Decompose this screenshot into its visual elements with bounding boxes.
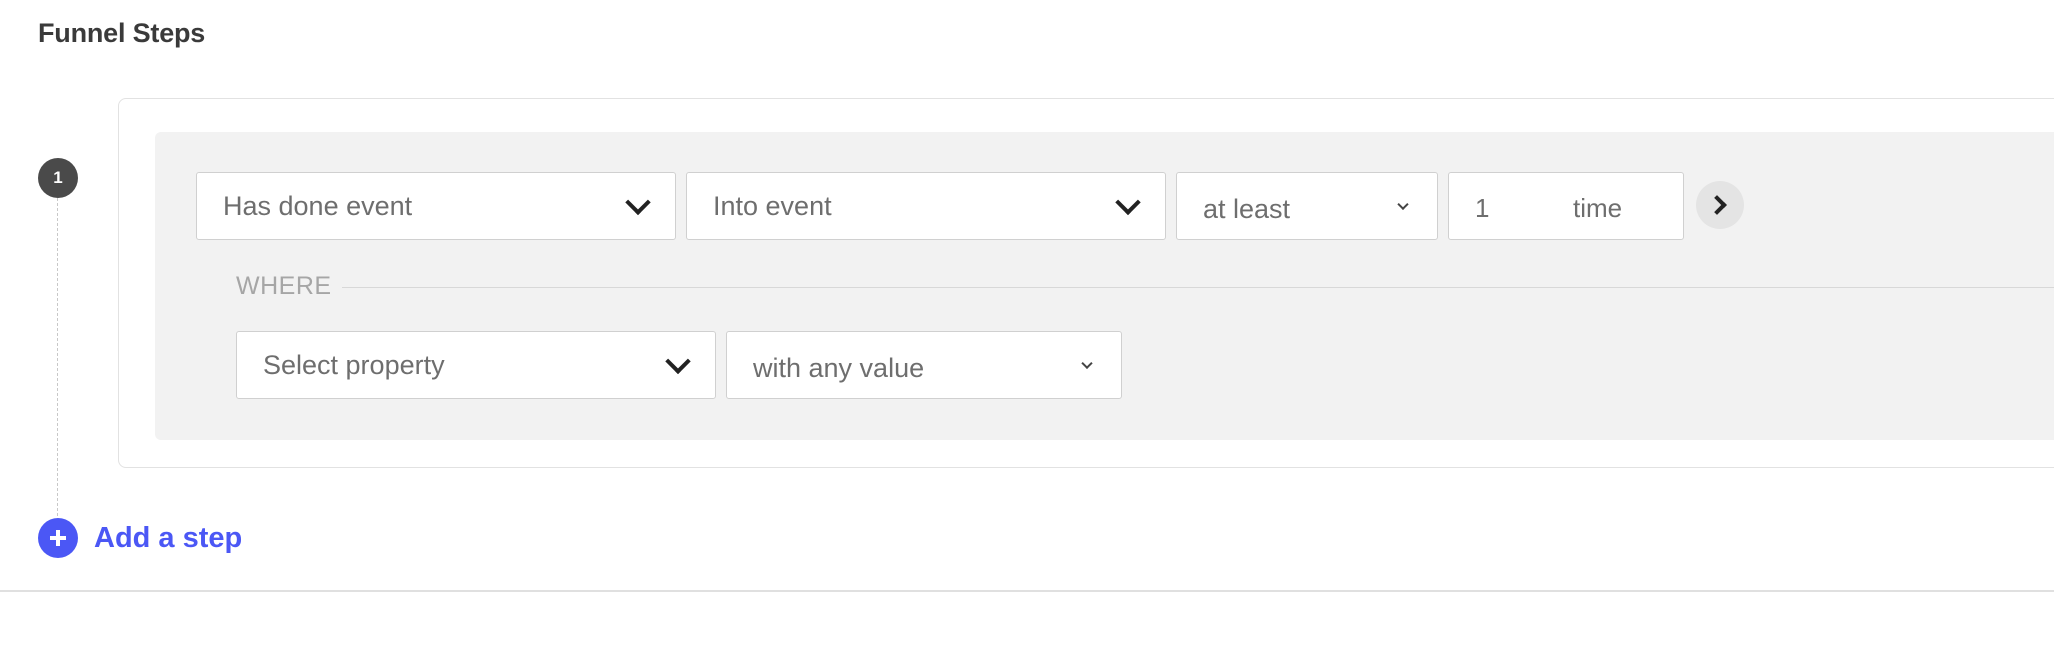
chevron-right-icon: [1707, 195, 1727, 215]
property-value: Select property: [263, 349, 445, 380]
step-connector-line: [57, 198, 58, 516]
section-divider: [0, 590, 2054, 592]
property-operator-value: with any value: [753, 352, 925, 383]
step-number-badge: 1: [38, 158, 78, 198]
expand-step-button[interactable]: [1696, 181, 1744, 229]
add-step-button[interactable]: Add a step: [38, 518, 242, 558]
frequency-count-input[interactable]: 1 time: [1448, 172, 1684, 240]
frequency-unit-label: time: [1573, 193, 1623, 223]
section-title: Funnel Steps: [38, 18, 206, 48]
event-name-value: Into event: [713, 190, 832, 221]
property-select[interactable]: Select property: [236, 331, 716, 399]
add-step-label: Add a step: [94, 521, 243, 554]
event-condition-value: Has done event: [223, 190, 413, 221]
event-condition-select[interactable]: Has done event: [196, 172, 676, 240]
frequency-count-value: 1: [1475, 193, 1490, 223]
funnel-steps-panel: Funnel Steps 1 Has done event Into event…: [0, 0, 2054, 650]
where-divider: [342, 287, 2054, 288]
property-operator-select[interactable]: with any value: [726, 331, 1122, 399]
frequency-operator-select[interactable]: at least: [1176, 172, 1438, 240]
event-name-select[interactable]: Into event: [686, 172, 1166, 240]
plus-circle-icon: [38, 518, 78, 558]
where-label: WHERE: [236, 272, 332, 300]
